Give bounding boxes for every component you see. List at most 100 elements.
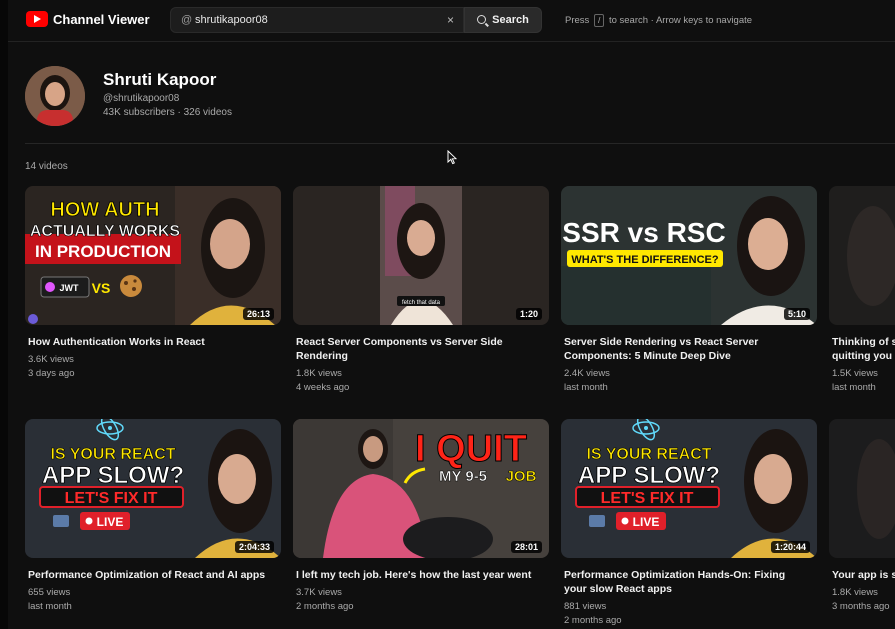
mouse-cursor-icon [447,150,457,165]
overlay-text-1: SSR vs RSC [562,217,725,248]
channel-handle: @shrutikapoor08 [103,93,180,104]
video-title-line-2: quitting you [832,350,893,362]
overlay-text-2: APP SLOW? [578,462,720,489]
view-count: 1.8K views [832,587,878,598]
view-count: 2.4K views [564,368,610,379]
video-title[interactable]: Performance Optimization of React and AI… [28,568,265,582]
video-thumbnail[interactable]: IS YOUR REACT APP SLOW? LET'S FIX IT LIV… [561,419,817,558]
video-meta: 3.6K views 3 days ago [28,353,281,381]
video-thumbnail[interactable] [829,419,895,558]
view-count: 881 views [564,601,607,612]
video-thumbnail[interactable]: SSR vs RSC WHAT'S THE DIFFERENCE? 5:10 [561,186,817,325]
upload-age: 3 days ago [28,368,75,379]
at-sign-icon: @ [181,14,193,26]
video-title[interactable]: I left my tech job. Here's how the last … [296,568,532,582]
video-thumbnail[interactable]: HOW AUTH ACTUALLY WORKS IN PRODUCTION JW… [25,186,281,325]
video-card[interactable]: Thinking of s quitting you 1.5K views la… [829,186,895,395]
overlay-text-3: JOB [506,468,537,485]
video-title[interactable]: Thinking of s quitting you [832,335,895,363]
duration-badge: 1:20:44 [770,541,810,553]
hint-suffix: to search · Arrow keys to navigate [608,15,753,26]
search-box[interactable]: @ × [170,7,464,33]
overlay-text-3: LET'S FIX IT [601,490,694,507]
overlay-text-1: IS YOUR REACT [586,446,711,463]
channel-viewer-app: Channel Viewer @ × Search Press / to sea… [0,0,895,629]
duration-badge: 5:10 [783,308,810,320]
video-card[interactable]: I QUIT MY 9-5 JOB 28:01 I left my tech j… [293,419,549,614]
video-thumbnail[interactable]: IS YOUR REACT APP SLOW? LET'S FIX IT LIV… [25,419,281,558]
video-thumbnail[interactable] [829,186,895,325]
upload-age: last month [28,601,72,612]
overlay-text-2: MY 9-5 [439,468,487,485]
video-title-line-1: Performance Optimization Hands-On: Fixin… [564,569,786,581]
view-count: 3.6K views [28,354,74,365]
view-count: 1.8K views [296,368,342,379]
video-card[interactable]: HOW AUTH ACTUALLY WORKS IN PRODUCTION JW… [25,186,281,381]
jwt-label: JWT [60,283,80,293]
video-title[interactable]: How Authentication Works in React [28,335,264,349]
left-edge [0,0,8,629]
search-icon [477,15,487,24]
video-title[interactable]: React Server Components vs Server Side R… [296,335,532,363]
hint-prefix: Press [565,15,590,26]
slash-key: / [593,14,605,27]
video-meta: 1.8K views 4 weeks ago [296,367,549,395]
video-meta: 881 views 2 months ago [564,600,817,628]
view-count: 1.5K views [832,368,878,379]
video-card[interactable]: Your app is s 1.8K views 3 months ago [829,419,895,614]
overlay-text-1: HOW AUTH [50,199,159,221]
channel-stats: 43K subscribers · 326 videos [103,107,232,118]
view-count: 655 views [28,587,71,598]
video-card[interactable]: IS YOUR REACT APP SLOW? LET'S FIX IT LIV… [25,419,281,614]
video-title-line-2: your slow React apps [564,583,672,595]
youtube-play-icon [26,11,48,27]
video-card[interactable]: fetch that data 1:20 React Server Compon… [293,186,549,395]
video-title-line-1: Server Side Rendering vs React Server [564,336,759,348]
overlay-text-1: I QUIT [415,428,527,470]
overlay-text-2: WHAT'S THE DIFFERENCE? [571,254,719,266]
channel-name: Shruti Kapoor [103,70,217,89]
upload-age: 4 weeks ago [296,382,350,393]
video-title[interactable]: Your app is s [832,568,895,582]
duration-badge: 2:04:33 [234,541,274,553]
video-meta: 1.8K views 3 months ago [832,586,895,614]
search-input[interactable] [195,11,435,29]
video-title-line-1: Thinking of s [832,336,895,348]
video-title-line-2: Components: 5 Minute Deep Dive [564,350,731,362]
live-label: LIVE [633,515,660,529]
duration-badge: 26:13 [242,308,274,320]
video-card[interactable]: SSR vs RSC WHAT'S THE DIFFERENCE? 5:10 S… [561,186,817,395]
video-thumbnail[interactable]: I QUIT MY 9-5 JOB 28:01 [293,419,549,558]
upload-age: last month [564,382,608,393]
vs-label: VS [92,280,111,296]
view-count: 3.7K views [296,587,342,598]
video-title-line-1: React Server Components vs Server Side [296,336,503,348]
overlay-text-1: IS YOUR REACT [50,446,175,463]
top-bar: Channel Viewer @ × Search Press / to sea… [8,0,895,42]
video-title-line-2: Rendering [296,350,348,362]
app-title: Channel Viewer [53,12,150,27]
thumbnail-caption: fetch that data [402,300,441,306]
keyboard-hint: Press / to search · Arrow keys to naviga… [565,14,752,27]
video-title[interactable]: Server Side Rendering vs React Server Co… [564,335,800,363]
duration-badge: 1:20 [515,308,542,320]
video-meta: 1.5K views last month [832,367,895,395]
video-meta: 3.7K views 2 months ago [296,586,549,614]
video-card[interactable]: IS YOUR REACT APP SLOW? LET'S FIX IT LIV… [561,419,817,628]
video-meta: 655 views last month [28,586,281,614]
overlay-text-3: IN PRODUCTION [35,242,171,261]
search-button-label: Search [492,14,529,26]
upload-age: last month [832,382,876,393]
duration-badge: 28:01 [510,541,542,553]
video-meta: 2.4K views last month [564,367,817,395]
divider [25,143,895,144]
upload-age: 2 months ago [564,615,622,626]
overlay-text-3: LET'S FIX IT [65,490,158,507]
upload-age: 2 months ago [296,601,354,612]
video-thumbnail[interactable]: fetch that data 1:20 [293,186,549,325]
upload-age: 3 months ago [832,601,890,612]
live-label: LIVE [97,515,124,529]
video-title[interactable]: Performance Optimization Hands-On: Fixin… [564,568,800,596]
search-button[interactable]: Search [464,7,542,33]
clear-search-icon[interactable]: × [447,13,454,27]
